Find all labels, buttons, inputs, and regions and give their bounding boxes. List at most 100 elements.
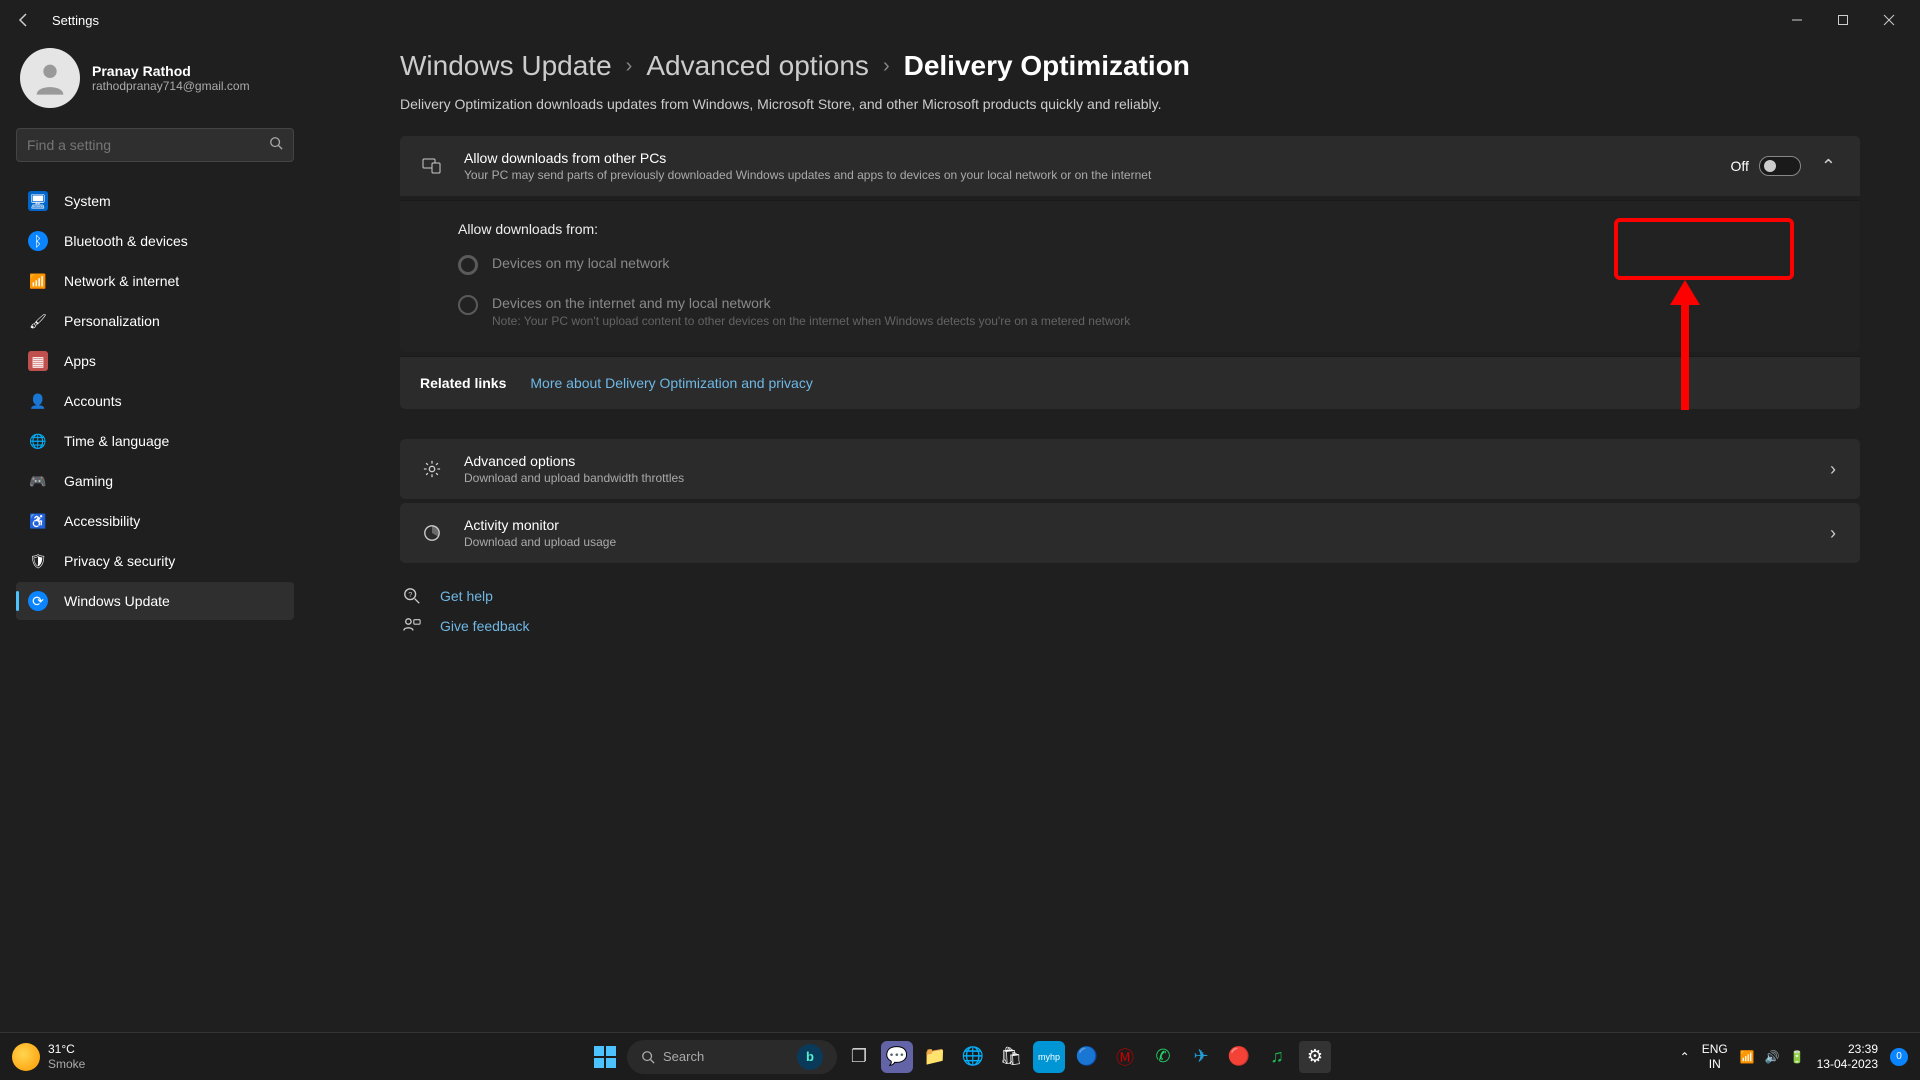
allow-downloads-toggle[interactable] (1759, 156, 1801, 176)
taskbar-search-label: Search (663, 1049, 797, 1064)
avatar (20, 48, 80, 108)
search-input[interactable] (27, 137, 269, 153)
taskbar-app-myhp[interactable]: myhp (1033, 1041, 1065, 1073)
nav-icon: 🛡 (28, 551, 48, 571)
radio-internet-label: Devices on the internet and my local net… (492, 295, 1130, 311)
sidebar-item-gaming[interactable]: 🎮Gaming (16, 462, 294, 500)
sidebar-item-network-internet[interactable]: 📶Network & internet (16, 262, 294, 300)
close-button[interactable] (1866, 4, 1912, 36)
allow-downloads-title: Allow downloads from other PCs (464, 150, 1730, 166)
taskbar-app-whatsapp[interactable]: ✆ (1147, 1041, 1179, 1073)
related-label: Related links (420, 375, 506, 391)
minimize-icon (1791, 14, 1803, 26)
nav-label: Time & language (64, 433, 169, 449)
language-indicator[interactable]: ENG IN (1702, 1042, 1728, 1071)
taskbar-center: Search b ❐ 💬 📁 🌐 🛍 myhp 🔵 Ⓜ ✆ ✈ 🔴 ♫ ⚙ (589, 1040, 1331, 1074)
notification-badge[interactable]: 0 (1890, 1048, 1908, 1066)
advanced-options-card[interactable]: Advanced options Download and upload ban… (400, 439, 1860, 499)
taskbar-app-edge[interactable]: 🌐 (957, 1041, 989, 1073)
nav-list: 🖥 System ᛒ Bluetooth & devices 📶Network & in… (16, 182, 294, 620)
nav-label: Bluetooth & devices (64, 233, 188, 249)
taskbar: 31°C Smoke Search b ❐ 💬 📁 🌐 🛍 myhp 🔵 Ⓜ ✆… (0, 1032, 1920, 1080)
user-email: rathodpranay714@gmail.com (92, 79, 250, 93)
breadcrumb-windows-update[interactable]: Windows Update (400, 50, 612, 82)
nav-label: System (64, 193, 111, 209)
bing-icon: b (797, 1044, 823, 1070)
svg-text:?: ? (408, 590, 412, 599)
main-content: Windows Update › Advanced options › Deli… (310, 40, 1920, 1032)
get-help-link[interactable]: ? Get help (400, 587, 1860, 605)
sidebar-item-accessibility[interactable]: ♿Accessibility (16, 502, 294, 540)
nav-icon: 📶 (28, 271, 48, 291)
task-view-button[interactable]: ❐ (843, 1041, 875, 1073)
advanced-title: Advanced options (464, 453, 1826, 469)
taskbar-app-chrome[interactable]: 🔴 (1223, 1041, 1255, 1073)
close-icon (1883, 14, 1895, 26)
radio-internet-local[interactable]: Devices on the internet and my local net… (458, 295, 1830, 328)
nav-icon: 🎮 (28, 471, 48, 491)
chevron-right-icon: › (1826, 455, 1840, 484)
help-links: ? Get help Give feedback (400, 587, 1860, 635)
activity-monitor-card[interactable]: Activity monitor Download and upload usa… (400, 503, 1860, 563)
weather-desc: Smoke (48, 1057, 85, 1071)
back-button[interactable] (8, 4, 40, 36)
give-feedback-link[interactable]: Give feedback (400, 617, 1860, 635)
breadcrumb-advanced-options[interactable]: Advanced options (646, 50, 869, 82)
sidebar-item-apps[interactable]: ▦Apps (16, 342, 294, 380)
taskbar-app-pc-manager[interactable]: 🔵 (1071, 1041, 1103, 1073)
nav-label: Apps (64, 353, 96, 369)
weather-widget[interactable]: 31°C Smoke (12, 1042, 85, 1071)
allow-downloads-header[interactable]: Allow downloads from other PCs Your PC m… (400, 136, 1860, 196)
radio-icon (458, 255, 478, 275)
taskbar-app-settings[interactable]: ⚙ (1299, 1041, 1331, 1073)
chevron-up-icon[interactable]: ⌃ (1817, 152, 1840, 181)
feedback-icon (400, 617, 424, 635)
clock[interactable]: 23:39 13-04-2023 (1817, 1042, 1878, 1071)
taskbar-left: 31°C Smoke (12, 1042, 85, 1071)
minimize-button[interactable] (1774, 4, 1820, 36)
activity-sub: Download and upload usage (464, 535, 1826, 549)
taskbar-app-explorer[interactable]: 📁 (919, 1041, 951, 1073)
taskbar-app-telegram[interactable]: ✈ (1185, 1041, 1217, 1073)
sidebar-item-personalization[interactable]: 🖌Personalization (16, 302, 294, 340)
sidebar-item-accounts[interactable]: 👤Accounts (16, 382, 294, 420)
window-controls (1774, 4, 1912, 36)
nav-icon: ⟳ (28, 591, 48, 611)
chevron-right-icon: › (1826, 519, 1840, 548)
nav-icon: 🖌 (28, 311, 48, 331)
maximize-icon (1837, 14, 1849, 26)
allow-downloads-sub: Your PC may send parts of previously dow… (464, 168, 1730, 182)
allow-downloads-body: Allow downloads from: Devices on my loca… (400, 200, 1860, 352)
sidebar: Pranay Rathod rathodpranay714@gmail.com … (0, 40, 310, 1032)
radio-local-network[interactable]: Devices on my local network (458, 255, 1830, 275)
devices-icon (420, 158, 444, 174)
nav-icon: 🌐 (28, 431, 48, 451)
taskbar-app-store[interactable]: 🛍 (995, 1041, 1027, 1073)
taskbar-search[interactable]: Search b (627, 1040, 837, 1074)
sidebar-item-privacy-security[interactable]: 🛡Privacy & security (16, 542, 294, 580)
allow-downloads-card: Allow downloads from other PCs Your PC m… (400, 136, 1860, 196)
sidebar-item-time-language[interactable]: 🌐 Time & language (16, 422, 294, 460)
weather-icon (12, 1043, 40, 1071)
start-button[interactable] (589, 1041, 621, 1073)
related-link[interactable]: More about Delivery Optimization and pri… (530, 375, 812, 391)
system-tray[interactable]: 📶 🔊 🔋 (1740, 1050, 1805, 1064)
taskbar-app-mcafee[interactable]: Ⓜ (1109, 1041, 1141, 1073)
windows-icon (594, 1046, 616, 1068)
toggle-state-label: Off (1730, 158, 1748, 174)
search-box[interactable] (16, 128, 294, 162)
tray-expand[interactable]: ⌃ (1680, 1050, 1690, 1064)
breadcrumb: Windows Update › Advanced options › Deli… (400, 50, 1860, 82)
get-help-label: Get help (440, 588, 493, 604)
nav-label: Accounts (64, 393, 122, 409)
sidebar-item-windows-update[interactable]: ⟳Windows Update (16, 582, 294, 620)
gear-icon (420, 460, 444, 478)
nav-icon: 🖥 (28, 191, 48, 211)
user-section[interactable]: Pranay Rathod rathodpranay714@gmail.com (16, 40, 294, 128)
maximize-button[interactable] (1820, 4, 1866, 36)
taskbar-app-spotify[interactable]: ♫ (1261, 1041, 1293, 1073)
taskbar-app-chat[interactable]: 💬 (881, 1041, 913, 1073)
sidebar-item-bluetooth-devices[interactable]: ᛒ Bluetooth & devices (16, 222, 294, 260)
sidebar-item-system[interactable]: 🖥 System (16, 182, 294, 220)
nav-icon: ᛒ (28, 231, 48, 251)
